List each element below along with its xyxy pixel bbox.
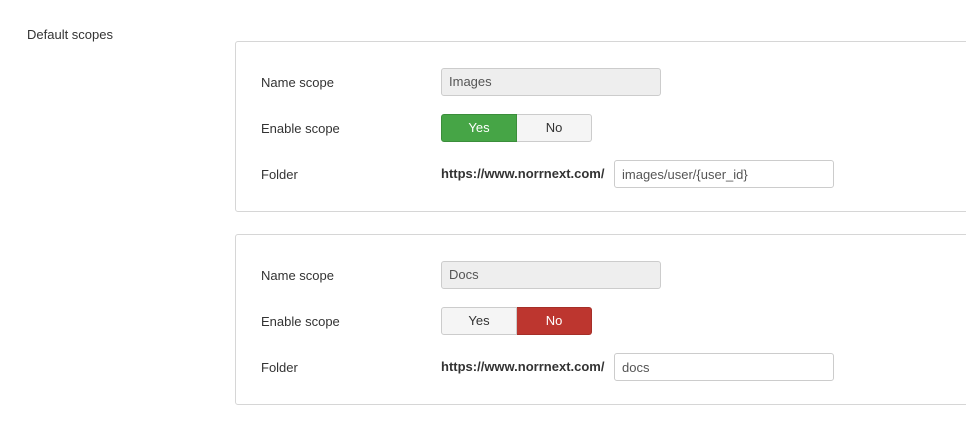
enable-yes-button[interactable]: Yes [441,307,517,335]
url-prefix: https://www.norrnext.com/ [441,166,605,181]
section-title: Default scopes [27,27,113,42]
scope-panel-images: Name scope Images Enable scope Yes No Fo… [235,41,966,212]
name-scope-label: Name scope [261,75,334,90]
enable-scope-label: Enable scope [261,314,340,329]
folder-input[interactable] [614,160,834,188]
enable-yes-button[interactable]: Yes [441,114,517,142]
folder-label: Folder [261,167,298,182]
scope-panel-docs: Name scope Docs Enable scope Yes No Fold… [235,234,966,405]
name-scope-label: Name scope [261,268,334,283]
url-prefix: https://www.norrnext.com/ [441,359,605,374]
enable-scope-label: Enable scope [261,121,340,136]
name-scope-field[interactable]: Images [441,68,661,96]
enable-no-button[interactable]: No [517,114,592,142]
enable-no-button[interactable]: No [517,307,592,335]
enable-scope-toggle: Yes No [441,114,592,142]
enable-scope-toggle: Yes No [441,307,592,335]
folder-label: Folder [261,360,298,375]
name-scope-field[interactable]: Docs [441,261,661,289]
folder-input[interactable] [614,353,834,381]
